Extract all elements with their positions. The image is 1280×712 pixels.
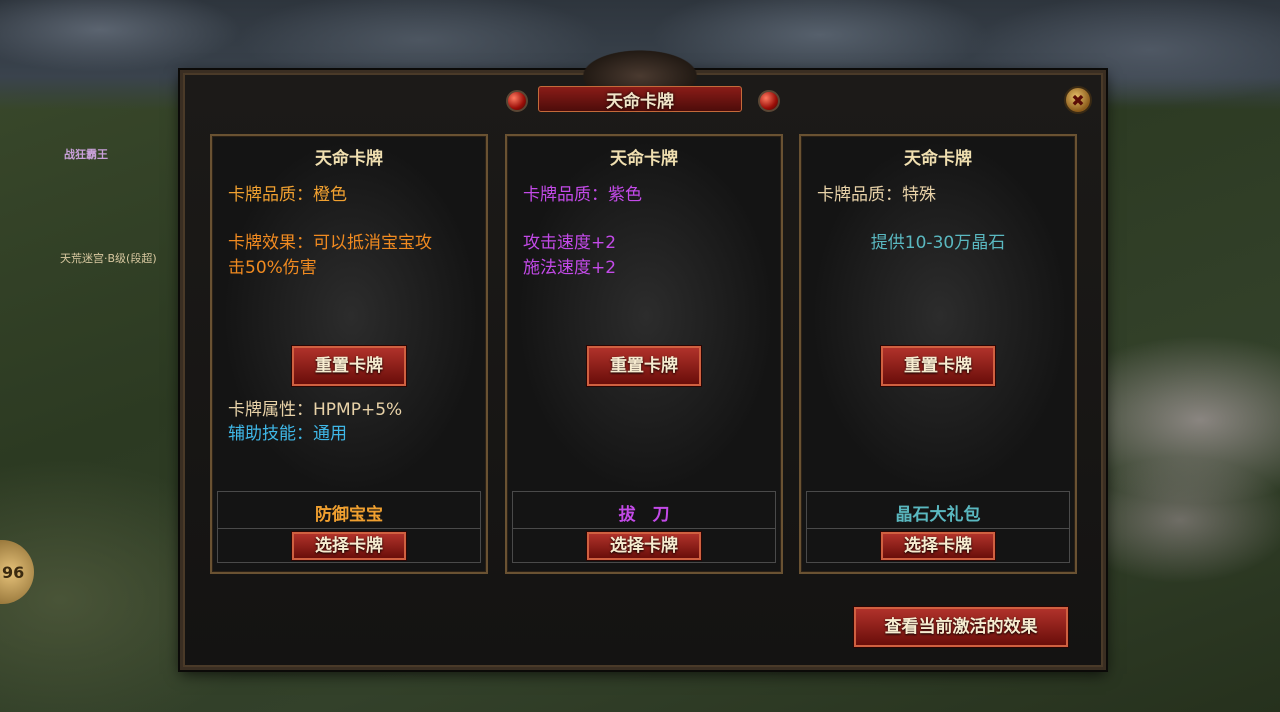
card-effect-line2: 击50%伤害 (228, 258, 317, 278)
level-badge: 96 (0, 540, 34, 604)
card-name: 晶石大礼包 (895, 505, 981, 525)
card-title: 天命卡牌 (904, 149, 972, 169)
footer-divider (218, 528, 480, 529)
card-name: 拔 刀 (618, 505, 670, 525)
card-title: 天命卡牌 (315, 149, 383, 169)
card-footer: 晶石大礼包 选择卡牌 (806, 491, 1070, 563)
footer-divider (807, 528, 1069, 529)
card-quality: 卡牌品质：特殊 (817, 185, 936, 205)
player-name-tag: 战狂霸王 (64, 148, 108, 161)
reset-card-button[interactable]: 重置卡牌 (292, 346, 406, 386)
select-card-button[interactable]: 选择卡牌 (587, 532, 701, 560)
card-effect-line1: 攻击速度+2 (523, 233, 617, 253)
select-card-button[interactable]: 选择卡牌 (881, 532, 995, 560)
card-effect-line1: 提供10-30万晶石 (870, 233, 1006, 253)
card-name: 防御宝宝 (315, 505, 383, 525)
card-footer: 拔 刀 选择卡牌 (512, 491, 776, 563)
location-label: 天荒迷宫·B级(段超) (60, 252, 157, 265)
title-right-gem-icon (758, 90, 780, 112)
reset-card-button[interactable]: 重置卡牌 (881, 346, 995, 386)
card-panel-3: 天命卡牌 卡牌品质：特殊 提供10-30万晶石 重置卡牌 晶石大礼包 选择卡牌 (799, 134, 1077, 574)
select-card-button[interactable]: 选择卡牌 (292, 532, 406, 560)
card-attribute: 卡牌属性：HPMP+5% (228, 400, 403, 420)
title-left-gem-icon (506, 90, 528, 112)
card-footer: 防御宝宝 选择卡牌 (217, 491, 481, 563)
card-panel-1: 天命卡牌 卡牌品质：橙色 卡牌效果：可以抵消宝宝攻 击50%伤害 重置卡牌 卡牌… (210, 134, 488, 574)
footer-divider (513, 528, 775, 529)
view-active-effects-button[interactable]: 查看当前激活的效果 (854, 607, 1068, 647)
reset-card-button[interactable]: 重置卡牌 (587, 346, 701, 386)
card-quality: 卡牌品质：橙色 (228, 185, 347, 205)
card-effect-line2: 施法速度+2 (523, 258, 617, 278)
card-panel-2: 天命卡牌 卡牌品质：紫色 攻击速度+2 施法速度+2 重置卡牌 拔 刀 选择卡牌 (505, 134, 783, 574)
close-button[interactable]: ✖ (1064, 86, 1092, 114)
card-title: 天命卡牌 (610, 149, 678, 169)
dialog-title: 天命卡牌 (538, 86, 742, 112)
card-quality: 卡牌品质：紫色 (523, 185, 642, 205)
card-effect-line1: 卡牌效果：可以抵消宝宝攻 (228, 233, 432, 253)
card-skill: 辅助技能：通用 (228, 424, 347, 444)
